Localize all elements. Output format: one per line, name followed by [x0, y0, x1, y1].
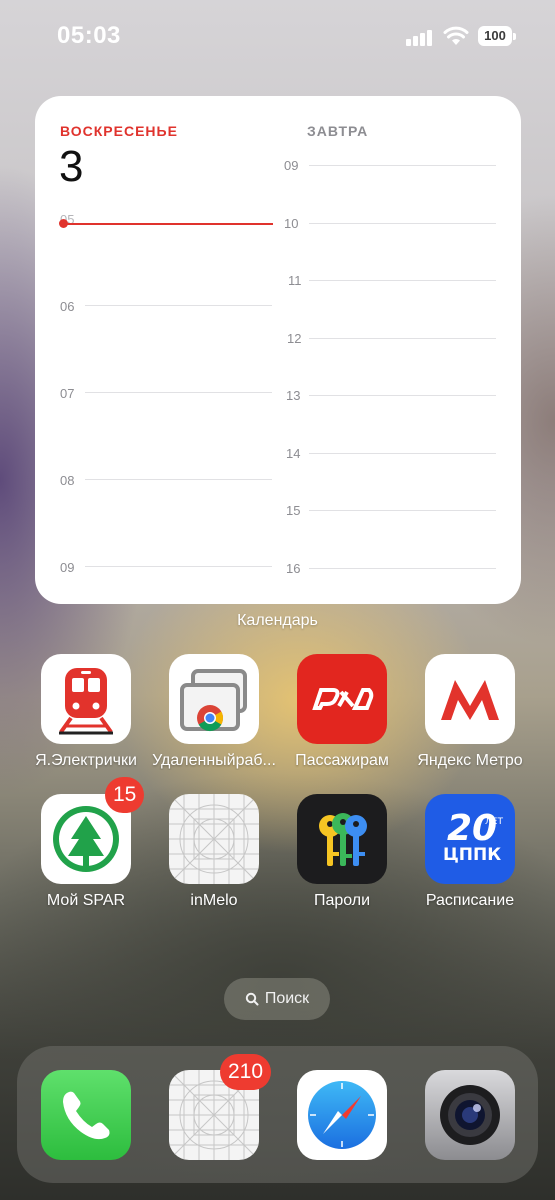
cppk-icon-small: ЛЕТ: [485, 817, 503, 827]
hour-gridline: [85, 305, 272, 306]
tomorrow-label: ЗАВТРА: [307, 123, 369, 139]
today-day-number: 3: [59, 142, 84, 191]
phone-icon[interactable]: [41, 1070, 131, 1160]
battery-indicator: 100: [478, 26, 516, 46]
app-ya-elektrichki[interactable]: Я.Электрички: [21, 654, 151, 770]
app-label: Пассажирам: [295, 752, 389, 769]
app-label: Мой SPAR: [46, 892, 126, 909]
camera-lens-icon[interactable]: [425, 1070, 515, 1160]
metro-logo-icon: [425, 654, 515, 744]
search-icon: [245, 992, 259, 1006]
app-label: inMelo: [190, 892, 238, 909]
hour-gridline: [85, 479, 272, 480]
today-hour: 09: [60, 560, 75, 575]
app-label: Я.Электрички: [35, 752, 137, 769]
cppk-icon-text: ЦППК: [443, 845, 501, 865]
tomorrow-hour: 12: [287, 331, 302, 346]
train-icon: [41, 654, 131, 744]
app-chrome-remote-desktop[interactable]: Удаленныйраб...: [149, 654, 279, 770]
hour-gridline: [309, 338, 496, 339]
search-button[interactable]: Поиск: [224, 978, 330, 1020]
current-time-line: [63, 223, 273, 225]
today-hour: 06: [60, 299, 75, 314]
chrome-remote-desktop-icon: [169, 654, 259, 744]
today-weekday: ВОСКРЕСЕНЬЕ: [60, 123, 178, 139]
hour-gridline: [309, 568, 496, 569]
search-label: Поиск: [264, 990, 310, 1007]
rzd-logo-icon: [297, 654, 387, 744]
keys-icon: [297, 794, 387, 884]
status-time: 05:03: [57, 22, 121, 49]
current-time-dot: [59, 219, 68, 228]
app-raspisanie[interactable]: 20 ЛЕТ ЦППК Расписание: [405, 794, 535, 910]
tomorrow-hour: 11: [288, 273, 302, 288]
notification-badge: 15: [105, 777, 145, 813]
hour-gridline: [309, 223, 496, 224]
wifi-icon: [443, 26, 469, 45]
app-passwords[interactable]: Пароли: [277, 794, 407, 910]
hour-gridline: [309, 165, 496, 166]
calendar-widget[interactable]: ВОСКРЕСЕНЬЕ 3 ЗАВТРА 05 06 07 08 09 09 1…: [35, 96, 521, 604]
tomorrow-hour: 09: [284, 158, 299, 173]
hour-gridline: [309, 395, 496, 396]
hour-gridline: [85, 392, 272, 393]
tomorrow-hour: 16: [286, 561, 301, 576]
tomorrow-hour: 15: [286, 503, 301, 518]
tomorrow-hour: 10: [284, 216, 299, 231]
widget-label: Календарь: [237, 612, 318, 629]
hour-gridline: [309, 453, 496, 454]
app-yandex-metro[interactable]: Яндекс Метро: [405, 654, 535, 770]
safari-compass-icon[interactable]: [297, 1070, 387, 1160]
today-hour: 07: [60, 386, 75, 401]
placeholder-app-icon: [169, 794, 259, 884]
hour-gridline: [309, 510, 496, 511]
app-label: Расписание: [425, 892, 515, 909]
app-inmelo[interactable]: inMelo: [149, 794, 279, 910]
app-label: Удаленныйраб...: [152, 752, 276, 769]
status-bar: 05:03 100: [0, 0, 555, 70]
cppk-icon-number: 20: [447, 808, 497, 849]
tomorrow-hour: 13: [286, 388, 301, 403]
hour-gridline: [309, 280, 496, 281]
today-hour: 08: [60, 473, 75, 488]
notification-badge: 210: [220, 1054, 272, 1090]
app-label: Яндекс Метро: [417, 752, 523, 769]
hour-gridline: [85, 566, 272, 567]
tomorrow-hour: 14: [286, 446, 301, 461]
app-label: Пароли: [313, 892, 371, 909]
cppk-logo-icon: 20 ЛЕТ ЦППК: [425, 794, 515, 884]
cellular-signal-icon: [406, 28, 434, 46]
app-passazhiram[interactable]: Пассажирам: [277, 654, 407, 770]
